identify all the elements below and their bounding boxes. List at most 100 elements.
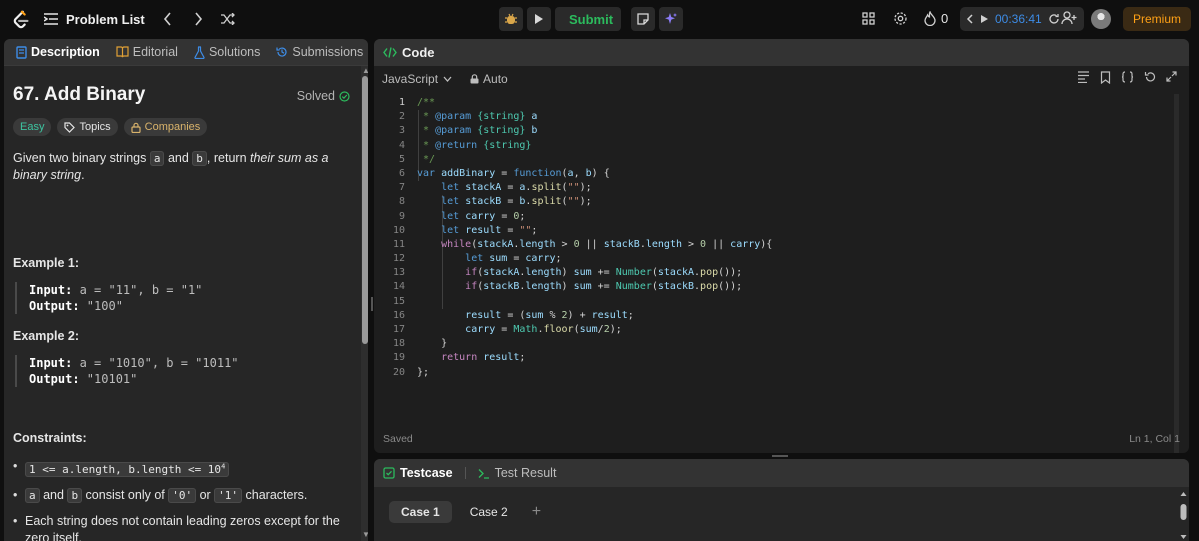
horizontal-resize-handle[interactable] <box>772 455 788 457</box>
top-navbar: Problem List Submit 0 00:36:41 Premium <box>0 0 1199 38</box>
document-icon <box>16 45 27 59</box>
example-block: Input: a = "1010", b = "1011" Output: "1… <box>15 355 343 387</box>
reset-undo-icon[interactable] <box>1144 71 1156 83</box>
example-block: Input: a = "11", b = "1" Output: "100" <box>15 282 343 314</box>
problem-list-button[interactable]: Problem List <box>44 12 145 27</box>
next-problem-chevron-right-icon[interactable] <box>193 12 203 26</box>
tag-icon <box>64 121 76 133</box>
desc-text: , return <box>206 151 250 165</box>
case-tabs: Case 1 Case 2 + <box>389 501 541 523</box>
code-line: 18 } <box>374 337 1174 351</box>
input-label: Input: <box>29 356 73 370</box>
testcase-tabs: Testcase Test Result <box>374 459 1189 487</box>
history-icon <box>276 47 287 57</box>
code-line: 13 if(stackA.length) sum += Number(stack… <box>374 266 1174 280</box>
bookmark-icon[interactable] <box>1100 71 1111 84</box>
fullscreen-icon[interactable] <box>1166 71 1177 82</box>
tab-test-result[interactable]: Test Result <box>478 466 556 480</box>
code-line: 17 carry = Math.floor(sum/2); <box>374 323 1174 337</box>
constraint-text: or <box>196 487 215 502</box>
code-line: 8 let stackB = b.split(""); <box>374 195 1174 209</box>
line-number: 7 <box>398 182 405 194</box>
line-number: 14 <box>392 281 405 293</box>
chevron-left-icon[interactable] <box>966 14 974 24</box>
testcase-scrollbar[interactable] <box>1180 492 1187 539</box>
case-2-tab[interactable]: Case 2 <box>458 501 520 523</box>
shuffle-icon[interactable] <box>220 13 235 25</box>
debug-button[interactable] <box>499 7 523 31</box>
auto-mode-toggle[interactable]: Auto <box>470 72 508 86</box>
user-avatar[interactable] <box>1091 9 1111 29</box>
line-number: 3 <box>398 125 405 137</box>
problem-description: Given two binary strings a and b, return… <box>13 150 333 184</box>
code-line: 2 * @param {string} a <box>374 110 1174 124</box>
line-number: 10 <box>392 224 405 236</box>
prev-problem-chevron-left-icon[interactable] <box>163 12 173 26</box>
companies-label: Companies <box>144 121 201 133</box>
notes-button[interactable] <box>631 7 655 31</box>
inline-code: 1 <= a.length, b.length <= 104 <box>25 461 230 477</box>
run-button[interactable] <box>527 7 551 31</box>
constraint-text: and <box>39 487 68 502</box>
vertical-resize-handle[interactable] <box>371 297 373 311</box>
line-number: 5 <box>398 153 405 165</box>
code-line: 1/** <box>374 96 1174 110</box>
scroll-down-arrow-icon[interactable]: ▼ <box>362 531 368 539</box>
add-case-plus-icon[interactable]: + <box>526 503 541 521</box>
tab-solutions[interactable]: Solutions <box>190 45 264 59</box>
scrollbar-thumb[interactable] <box>362 76 368 344</box>
tab-description[interactable]: Description <box>12 45 104 59</box>
constraint-item: a and b consist only of '0' or '1' chara… <box>13 487 343 504</box>
line-number: 20 <box>392 366 405 378</box>
description-panel: Description Editorial Solutions Submissi… <box>4 39 368 541</box>
tab-testcase[interactable]: Testcase <box>383 466 453 480</box>
inline-code-a: a <box>25 487 40 503</box>
code-line: 11 while(stackA.length > 0 || stackB.len… <box>374 238 1174 252</box>
bug-icon <box>505 13 517 24</box>
line-number: 16 <box>392 309 405 321</box>
inline-code-b: b <box>67 487 83 503</box>
code-lines[interactable]: 1/** 2 * @param {string} a 3 * @param {s… <box>374 96 1174 380</box>
lock-icon <box>470 74 479 84</box>
language-select[interactable]: JavaScript <box>382 72 452 86</box>
line-number: 8 <box>398 196 405 208</box>
line-number: 19 <box>392 352 405 364</box>
settings-gear-icon[interactable] <box>893 11 908 26</box>
submit-label: Submit <box>568 11 614 27</box>
code-brackets-icon <box>383 47 397 58</box>
lock-icon <box>131 122 141 133</box>
editor-scrollbar[interactable] <box>1174 94 1179 453</box>
leetcode-logo-icon[interactable] <box>10 9 32 31</box>
tab-editorial[interactable]: Editorial <box>112 45 182 59</box>
layout-grid-icon[interactable] <box>862 12 875 25</box>
play-icon[interactable] <box>980 14 989 24</box>
companies-badge[interactable]: Companies <box>123 118 208 136</box>
premium-button[interactable]: Premium <box>1123 7 1191 31</box>
tab-description-label: Description <box>31 45 100 59</box>
case-1-tab[interactable]: Case 1 <box>389 501 452 523</box>
editor-actions <box>1077 71 1177 84</box>
line-number: 18 <box>392 338 405 350</box>
scroll-up-arrow-icon[interactable]: ▲ <box>362 67 368 75</box>
tab-submissions[interactable]: Submissions <box>272 45 367 59</box>
code-header-label: Code <box>402 45 435 60</box>
inline-code-zero: '0' <box>168 487 197 503</box>
book-icon <box>116 46 129 58</box>
topics-badge[interactable]: Topics <box>57 118 118 136</box>
reset-icon[interactable] <box>1048 13 1060 25</box>
constraint-item: 1 <= a.length, b.length <= 104 <box>13 458 343 478</box>
terminal-icon <box>478 468 489 479</box>
desc-text: and <box>164 151 193 165</box>
streak-count: 0 <box>941 11 949 26</box>
constraints-heading: Constraints: <box>13 431 87 445</box>
list-icon <box>44 13 58 25</box>
streak-counter[interactable]: 0 <box>924 11 948 26</box>
format-lines-icon[interactable] <box>1077 71 1090 83</box>
code-line: 12 let sum = carry; <box>374 252 1174 266</box>
add-friend-icon[interactable] <box>1061 11 1077 25</box>
submit-button[interactable]: Submit <box>555 7 621 31</box>
constraint-text: consist only of <box>82 487 169 502</box>
braces-icon[interactable] <box>1121 71 1134 83</box>
problem-list-nav: Problem List <box>44 0 235 38</box>
ai-assist-button[interactable] <box>659 7 683 31</box>
